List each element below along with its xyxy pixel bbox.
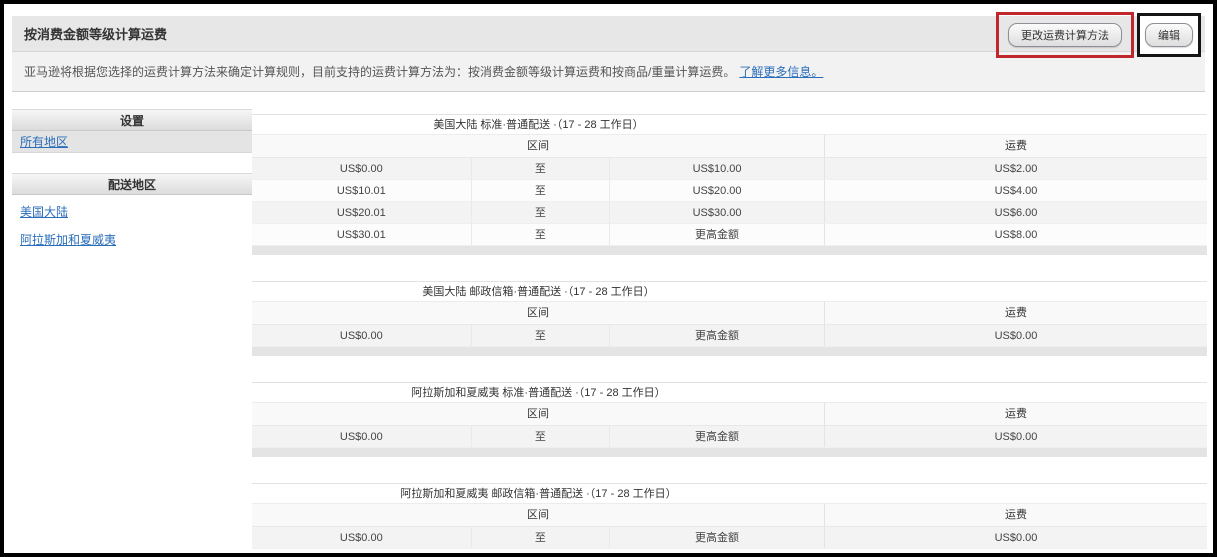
range-to-label: 至 [472, 527, 611, 548]
rate-table-header-row: 区间 运费 [252, 302, 1207, 325]
range-upper-value: US$30.00 [610, 202, 825, 223]
sidebar-regions-box: 配送地区 美国大陆 阿拉斯加和夏威夷 [12, 173, 252, 251]
continental-us-link[interactable]: 美国大陆 [20, 205, 68, 219]
rate-table-header-row: 区间 运费 [252, 403, 1207, 426]
range-to-label: 至 [472, 202, 611, 223]
rate-table-title: 阿拉斯加和夏威夷 标准·普通配送 ·（17 - 28 工作日） [411, 387, 666, 399]
rate-table-title: 阿拉斯加和夏威夷 邮政信箱·普通配送 ·（17 - 28 工作日） [400, 488, 677, 500]
range-from-value: US$0.00 [252, 325, 472, 346]
edit-button[interactable]: 编辑 [1145, 23, 1193, 47]
range-upper-value: 更高金额 [610, 426, 825, 447]
page-title: 按消费金额等级计算运费 [24, 27, 168, 42]
rate-table-rows: US$0.00 至 更高金额 US$0.00 [252, 325, 1207, 347]
range-from-value: US$10.01 [252, 180, 472, 201]
sidebar-region-links: 美国大陆 阿拉斯加和夏威夷 [12, 201, 252, 251]
fee-column-header: 运费 [1005, 140, 1027, 152]
sidebar: 设置 所有地区 配送地区 美国大陆 阿拉斯加和夏威夷 [12, 109, 252, 271]
fee-value: US$0.00 [994, 330, 1038, 342]
range-upper-value: 更高金额 [610, 224, 825, 245]
change-shipping-method-button[interactable]: 更改运费计算方法 [1008, 23, 1122, 47]
rate-table-section: 阿拉斯加和夏威夷 邮政信箱·普通配送 ·（17 - 28 工作日） 区间 运费 … [252, 483, 1207, 549]
range-from-value: US$0.00 [252, 426, 472, 447]
rate-table-header-row: 区间 运费 [252, 504, 1207, 527]
sidebar-settings-header: 设置 [12, 109, 252, 131]
range-to-label: 至 [472, 158, 611, 179]
rate-row: US$30.01 至 更高金额 US$8.00 [252, 224, 1207, 246]
range-column-header: 区间 [252, 403, 825, 425]
table-separator [252, 448, 1207, 457]
fee-value: US$6.00 [994, 207, 1038, 219]
rate-table-section: 美国大陆 标准·普通配送 ·（17 - 28 工作日） 区间 运费 US$0.0… [252, 114, 1207, 255]
range-to-label: 至 [472, 426, 611, 447]
alaska-hawaii-link[interactable]: 阿拉斯加和夏威夷 [20, 233, 116, 247]
rate-table-title: 美国大陆 邮政信箱·普通配送 ·（17 - 28 工作日） [422, 286, 655, 298]
sidebar-regions-header: 配送地区 [12, 173, 252, 195]
page-description: 亚马逊将根据您选择的运费计算方法来确定计算规则，目前支持的运费计算方法为：按消费… [24, 65, 736, 79]
range-from-value: US$20.01 [252, 202, 472, 223]
rate-row: US$10.01 至 US$20.00 US$4.00 [252, 180, 1207, 202]
table-separator [252, 246, 1207, 255]
fee-column-header: 运费 [1005, 408, 1027, 420]
toolbar: 更改运费计算方法 编辑 [996, 12, 1201, 58]
fee-column-header: 运费 [1005, 509, 1027, 521]
range-to-label: 至 [472, 325, 611, 346]
rate-table-title: 美国大陆 标准·普通配送 ·（17 - 28 工作日） [433, 119, 644, 131]
table-separator [252, 347, 1207, 356]
learn-more-link[interactable]: 了解更多信息。 [739, 63, 823, 80]
rate-row: US$0.00 至 更高金额 US$0.00 [252, 325, 1207, 347]
fee-value: US$8.00 [994, 229, 1038, 241]
page-header: 按消费金额等级计算运费 亚马逊将根据您选择的运费计算方法来确定计算规则，目前支持… [12, 12, 1205, 92]
fee-value: US$2.00 [994, 163, 1038, 175]
sidebar-item-all-regions[interactable]: 所有地区 [12, 131, 252, 153]
sidebar-settings-box: 设置 所有地区 [12, 109, 252, 153]
range-to-label: 至 [472, 224, 611, 245]
rate-table-rows: US$0.00 至 US$10.00 US$2.00 US$10.01 至 US… [252, 158, 1207, 246]
range-upper-value: US$10.00 [610, 158, 825, 179]
range-column-header: 区间 [252, 302, 825, 324]
rate-row: US$0.00 至 更高金额 US$0.00 [252, 527, 1207, 549]
rate-table-rows: US$0.00 至 更高金额 US$0.00 [252, 527, 1207, 549]
fee-column-header: 运费 [1005, 307, 1027, 319]
red-highlight-annotation: 更改运费计算方法 [996, 12, 1134, 58]
fee-value: US$0.00 [994, 532, 1038, 544]
rate-row: US$20.01 至 US$30.00 US$6.00 [252, 202, 1207, 224]
all-regions-link[interactable]: 所有地区 [20, 135, 68, 149]
rate-tables: 美国大陆 标准·普通配送 ·（17 - 28 工作日） 区间 运费 US$0.0… [252, 114, 1207, 549]
range-from-value: US$30.01 [252, 224, 472, 245]
rate-table-title-row: 美国大陆 邮政信箱·普通配送 ·（17 - 28 工作日） [252, 282, 1207, 302]
description-bar: 亚马逊将根据您选择的运费计算方法来确定计算规则，目前支持的运费计算方法为：按消费… [12, 52, 1205, 92]
range-column-header: 区间 [252, 135, 825, 157]
range-upper-value: 更高金额 [610, 527, 825, 548]
rate-table-rows: US$0.00 至 更高金额 US$0.00 [252, 426, 1207, 448]
range-from-value: US$0.00 [252, 158, 472, 179]
range-upper-value: 更高金额 [610, 325, 825, 346]
screenshot-frame: 按消费金额等级计算运费 亚马逊将根据您选择的运费计算方法来确定计算规则，目前支持… [0, 0, 1217, 557]
rate-table-title-row: 阿拉斯加和夏威夷 邮政信箱·普通配送 ·（17 - 28 工作日） [252, 484, 1207, 504]
range-to-label: 至 [472, 180, 611, 201]
range-upper-value: US$20.00 [610, 180, 825, 201]
sidebar-item-continental-us[interactable]: 美国大陆 [12, 201, 252, 223]
range-from-value: US$0.00 [252, 527, 472, 548]
black-highlight-annotation: 编辑 [1137, 13, 1201, 57]
rate-table-section: 美国大陆 邮政信箱·普通配送 ·（17 - 28 工作日） 区间 运费 US$0… [252, 281, 1207, 356]
rate-table-section: 阿拉斯加和夏威夷 标准·普通配送 ·（17 - 28 工作日） 区间 运费 US… [252, 382, 1207, 457]
rate-row: US$0.00 至 更高金额 US$0.00 [252, 426, 1207, 448]
rate-row: US$0.00 至 US$10.00 US$2.00 [252, 158, 1207, 180]
fee-value: US$0.00 [994, 431, 1038, 443]
rate-table-header-row: 区间 运费 [252, 135, 1207, 158]
rate-table-title-row: 阿拉斯加和夏威夷 标准·普通配送 ·（17 - 28 工作日） [252, 383, 1207, 403]
sidebar-item-alaska-hawaii[interactable]: 阿拉斯加和夏威夷 [12, 229, 252, 251]
fee-value: US$4.00 [994, 185, 1038, 197]
range-column-header: 区间 [252, 504, 825, 526]
rate-table-title-row: 美国大陆 标准·普通配送 ·（17 - 28 工作日） [252, 115, 1207, 135]
